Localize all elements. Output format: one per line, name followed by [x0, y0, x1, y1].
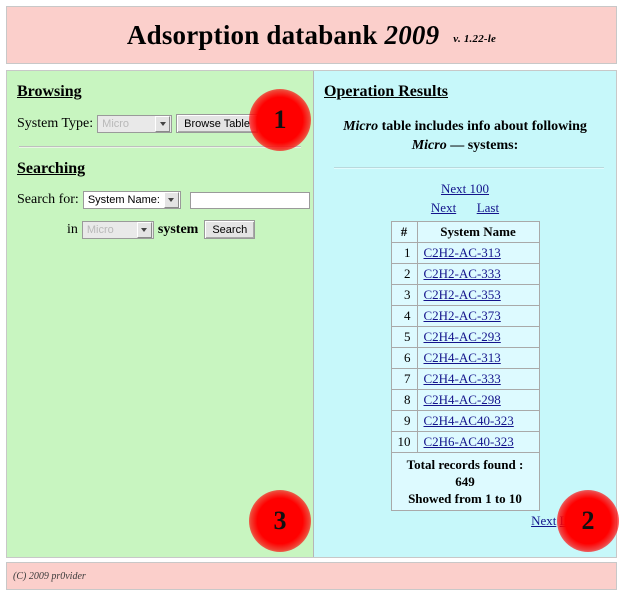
page-title-year: 2009 — [384, 19, 440, 50]
table-row: 10 C2H6-AC40-323 — [390, 431, 540, 453]
row-number: 6 — [390, 347, 418, 369]
table-header-row: # System Name — [390, 221, 540, 243]
next-100-link[interactable]: Next 100 — [441, 181, 489, 196]
system-type-label: System Type: — [17, 115, 94, 131]
results-table-head: # System Name — [390, 221, 540, 243]
searching-heading: Searching — [17, 160, 86, 177]
table-row: 8 C2H4-AC-298 — [390, 389, 540, 411]
pager-top-secondary: Next Last — [324, 198, 606, 217]
page-title: Adsorption databank 2009 v. 1.22-le — [127, 20, 496, 51]
last-link-top[interactable]: Last — [477, 200, 499, 215]
app-page: Adsorption databank 2009 v. 1.22-le Brow… — [0, 0, 623, 596]
row-system-name: C2H4-AC-333 — [416, 368, 540, 390]
row-system-name: C2H4-AC-298 — [416, 389, 540, 411]
search-field-row: Search for: System Name: — [17, 191, 310, 209]
table-row: 5 C2H4-AC-293 — [390, 326, 540, 348]
pager-bottom: Next Last — [324, 511, 606, 531]
main-panels: Browsing System Type: Micro Browse Table… — [6, 70, 617, 558]
results-caption: Micro table includes info about followin… — [324, 117, 606, 155]
chevron-down-icon — [155, 115, 171, 132]
search-button[interactable]: Search — [204, 220, 256, 239]
results-table-wrap: # System Name 1 C2H2-AC-313 2 C2H2-AC-33… — [324, 221, 606, 511]
system-type-select[interactable]: Micro — [97, 114, 173, 133]
chevron-down-icon — [136, 221, 152, 238]
table-row: 6 C2H4-AC-313 — [390, 347, 540, 369]
system-link[interactable]: C2H4-AC-313 — [424, 350, 501, 365]
results-panel: Operation Results Micro table includes i… — [314, 71, 616, 557]
row-number: 9 — [390, 410, 418, 432]
page-header: Adsorption databank 2009 v. 1.22-le — [6, 6, 617, 64]
row-system-name: C2H2-AC-313 — [416, 242, 540, 264]
table-row: 2 C2H2-AC-333 — [390, 263, 540, 285]
next-link-bottom[interactable]: Next — [531, 513, 556, 528]
page-title-main: Adsorption databank — [126, 19, 378, 50]
total-records-found: Total records found : 649 — [406, 457, 524, 489]
results-table-body: 1 C2H2-AC-313 2 C2H2-AC-333 3 C2H2-AC-35… — [390, 242, 540, 511]
system-type-select-value: Micro — [102, 117, 130, 130]
results-caption-line2-rest: — systems: — [446, 138, 519, 153]
in-label: in — [67, 221, 78, 237]
last-link-bottom[interactable]: Last — [560, 513, 582, 528]
system-label: system — [157, 221, 199, 237]
system-link[interactable]: C2H2-AC-313 — [424, 245, 501, 260]
table-total-row: Total records found : 649 Showed from 1 … — [390, 452, 540, 511]
table-row: 3 C2H2-AC-353 — [390, 284, 540, 306]
search-field-select-value: System Name: — [87, 194, 160, 206]
system-link[interactable]: C2H4-AC-333 — [424, 371, 501, 386]
results-table: # System Name 1 C2H2-AC-313 2 C2H2-AC-33… — [390, 221, 540, 511]
total-records-cell: Total records found : 649 Showed from 1 … — [390, 452, 540, 511]
in-system-select-value: Micro — [86, 223, 114, 236]
row-number: 7 — [390, 368, 418, 390]
table-row: 7 C2H4-AC-333 — [390, 368, 540, 390]
row-number: 3 — [390, 284, 418, 306]
next-link-top[interactable]: Next — [431, 200, 456, 215]
pager-top: Next 100 — [324, 179, 606, 198]
chevron-down-icon — [163, 192, 179, 208]
row-system-name: C2H6-AC40-323 — [416, 431, 540, 453]
column-header-num: # — [390, 221, 418, 243]
in-system-select[interactable]: Micro — [81, 220, 154, 239]
system-link[interactable]: C2H2-AC-333 — [424, 266, 501, 281]
system-link[interactable]: C2H2-AC-373 — [424, 308, 501, 323]
row-system-name: C2H2-AC-353 — [416, 284, 540, 306]
table-row: 1 C2H2-AC-313 — [390, 242, 540, 264]
section-divider — [19, 146, 301, 148]
results-caption-line2-prefix: Micro — [411, 138, 447, 153]
row-number: 1 — [390, 242, 418, 264]
results-caption-table-name: Micro — [343, 119, 379, 134]
system-link[interactable]: C2H2-AC-353 — [424, 287, 501, 302]
column-header-system-name: System Name — [416, 221, 540, 243]
search-system-row: in Micro system Search — [67, 220, 303, 239]
version-label: v. 1.22-le — [453, 32, 497, 45]
system-link[interactable]: C2H6-AC40-323 — [424, 434, 514, 449]
page-footer: (C) 2009 pr0vider — [6, 562, 617, 590]
copyright-label: (C) 2009 pr0vider — [13, 570, 86, 582]
search-input[interactable] — [189, 191, 310, 209]
table-row: 9 C2H4-AC40-323 — [390, 410, 540, 432]
row-number: 4 — [390, 305, 418, 327]
browse-table-button[interactable]: Browse Table — [176, 114, 258, 133]
search-for-label: Search for: — [17, 192, 79, 207]
system-link[interactable]: C2H4-AC40-323 — [424, 413, 514, 428]
search-field-select[interactable]: System Name: — [82, 191, 181, 209]
row-system-name: C2H4-AC-313 — [416, 347, 540, 369]
table-row: 4 C2H2-AC-373 — [390, 305, 540, 327]
operation-results-heading: Operation Results — [324, 83, 448, 100]
results-caption-line1-rest: table includes info about following — [378, 119, 587, 134]
controls-panel: Browsing System Type: Micro Browse Table… — [7, 71, 314, 557]
row-system-name: C2H2-AC-333 — [416, 263, 540, 285]
system-link[interactable]: C2H4-AC-298 — [424, 392, 501, 407]
row-number: 5 — [390, 326, 418, 348]
row-system-name: C2H2-AC-373 — [416, 305, 540, 327]
row-number: 8 — [390, 389, 418, 411]
row-number: 2 — [390, 263, 418, 285]
row-system-name: C2H4-AC-293 — [416, 326, 540, 348]
system-link[interactable]: C2H4-AC-293 — [424, 329, 501, 344]
browsing-heading: Browsing — [17, 83, 82, 100]
row-system-name: C2H4-AC40-323 — [416, 410, 540, 432]
browse-row: System Type: Micro Browse Table — [17, 114, 303, 133]
results-divider — [334, 167, 604, 169]
row-number: 10 — [390, 431, 418, 453]
showed-range: Showed from 1 to 10 — [408, 491, 522, 506]
